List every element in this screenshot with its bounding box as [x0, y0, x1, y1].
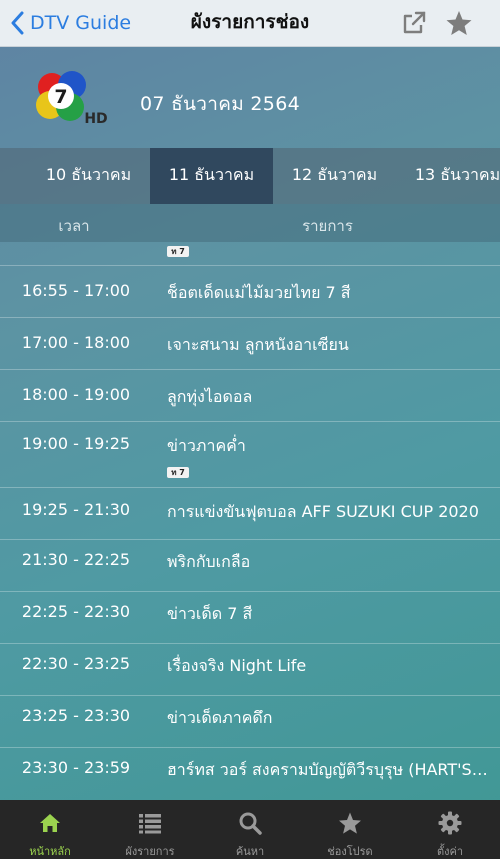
logo-number: 7 — [54, 86, 67, 108]
program-row[interactable]: 21:30 - 22:25 พริกกับเกลือ — [0, 540, 500, 592]
program-time: 23:25 - 23:30 — [21, 706, 131, 725]
date-tab[interactable]: 10 ธันวาคม — [27, 148, 150, 204]
channel-header: 7 HD 07 ธันวาคม 2564 — [0, 47, 500, 148]
date-tab[interactable]: ม — [0, 148, 10, 204]
tab-settings[interactable]: ตั้งค่า — [400, 800, 500, 859]
program-row[interactable]: 23:30 - 23:59 ฮาร์ทส วอร์ สงครามบัญญัติว… — [0, 748, 500, 800]
program-time: 21:30 - 22:25 — [21, 550, 131, 569]
logo-suffix: HD — [84, 111, 107, 127]
date-tabs: ม 10 ธันวาคม 11 ธันวาคม 12 ธันวาคม 13 ธั… — [0, 148, 500, 204]
tab-label: ค้นหา — [235, 845, 265, 858]
tab-label: ช่องโปรด — [327, 845, 373, 858]
program-row[interactable]: 16:55 - 17:00 ช็อตเด็ดแม่ไม้มวยไทย 7 สี — [0, 266, 500, 318]
program-title: เรื่องจริง Night Life — [167, 656, 307, 675]
program-row[interactable]: 23:25 - 23:30 ข่าวเด็ดภาคดึก — [0, 696, 500, 748]
header-date: 07 ธันวาคม 2564 — [140, 93, 300, 115]
back-label: DTV Guide — [30, 12, 132, 34]
tab-schedule[interactable]: ผังรายการ — [100, 800, 200, 859]
program-title: ข่าวเด็ด 7 สี — [167, 604, 253, 623]
program-time: 18:00 - 19:00 — [21, 385, 131, 404]
program-title: ฮาร์ทส วอร์ สงครามบัญญัติวีรบุรุษ (HART'… — [167, 760, 490, 779]
channel-logo: 7 HD — [36, 71, 108, 127]
program-title: ช็อตเด็ดแม่ไม้มวยไทย 7 สี — [167, 283, 351, 302]
tab-label: ผังรายการ — [125, 845, 175, 858]
rating-badge: ท 7 — [167, 467, 189, 478]
program-row[interactable]: 17:00 - 18:00 เจาะสนาม ลูกหนังอาเซียน — [0, 318, 500, 370]
program-title: ข่าวเด็ดภาคดึก — [167, 708, 273, 727]
date-tab[interactable]: 13 ธันวาคม — [396, 148, 500, 204]
program-row[interactable]: 18:00 - 19:00 ลูกทุ่งไอดอล — [0, 370, 500, 422]
program-row-partial[interactable]: ท 7 — [0, 242, 500, 266]
program-title: ข่าวภาคค่ำ — [167, 436, 246, 455]
chevron-left-icon — [11, 11, 24, 35]
program-time: 22:25 - 22:30 — [21, 602, 131, 621]
app: DTV Guide ผังรายการช่อง 7 HD 07 ธันวาคม … — [0, 0, 500, 859]
program-time: 19:25 - 21:30 — [21, 500, 131, 519]
program-time: 22:30 - 23:25 — [21, 654, 131, 673]
program-title: การแข่งขันฟุตบอล AFF SUZUKI CUP 2020 — [167, 502, 479, 521]
program-column-header: รายการ — [302, 217, 353, 235]
program-time: 23:30 - 23:59 — [21, 758, 131, 777]
program-row[interactable]: 19:25 - 21:30 การแข่งขันฟุตบอล AFF SUZUK… — [0, 488, 500, 540]
share-icon[interactable] — [400, 9, 428, 37]
list-icon — [139, 814, 161, 834]
date-tab[interactable]: 12 ธันวาคม — [273, 148, 396, 204]
program-title: เจาะสนาม ลูกหนังอาเซียน — [167, 335, 349, 354]
bottom-tab-bar: หน้าหลัก ผังรายการ ค้นหา ช่องโปรด ตั้งค่… — [0, 800, 500, 859]
program-row[interactable]: 22:25 - 22:30 ข่าวเด็ด 7 สี — [0, 592, 500, 644]
tab-label: หน้าหลัก — [29, 845, 71, 858]
program-row[interactable]: 19:00 - 19:25 ข่าวภาคค่ำ ท 7 — [0, 422, 500, 488]
search-icon — [239, 812, 262, 835]
star-icon — [339, 812, 361, 834]
program-time: 16:55 - 17:00 — [21, 281, 131, 300]
program-list[interactable]: ท 7 16:55 - 17:00 ช็อตเด็ดแม่ไม้มวยไทย 7… — [0, 242, 500, 800]
program-row[interactable]: 22:30 - 23:25 เรื่องจริง Night Life — [0, 644, 500, 696]
home-icon — [40, 814, 60, 832]
favorite-star-icon[interactable] — [445, 9, 473, 37]
program-title: ลูกทุ่งไอดอล — [167, 387, 253, 406]
gear-icon — [438, 811, 462, 835]
back-button[interactable]: DTV Guide — [10, 0, 131, 46]
program-time: 17:00 - 18:00 — [21, 333, 131, 352]
tab-home[interactable]: หน้าหลัก — [0, 800, 100, 859]
program-time: 19:00 - 19:25 — [21, 434, 131, 453]
tab-label: ตั้งค่า — [436, 845, 464, 858]
time-column-header: เวลา — [58, 217, 90, 235]
rating-badge: ท 7 — [167, 246, 189, 257]
tab-search[interactable]: ค้นหา — [200, 800, 300, 859]
program-title: พริกกับเกลือ — [167, 552, 251, 571]
column-header: เวลา รายการ — [0, 204, 500, 242]
nav-bar: DTV Guide ผังรายการช่อง — [0, 0, 500, 47]
date-tab-active[interactable]: 11 ธันวาคม — [150, 148, 273, 204]
tab-favorites[interactable]: ช่องโปรด — [300, 800, 400, 859]
